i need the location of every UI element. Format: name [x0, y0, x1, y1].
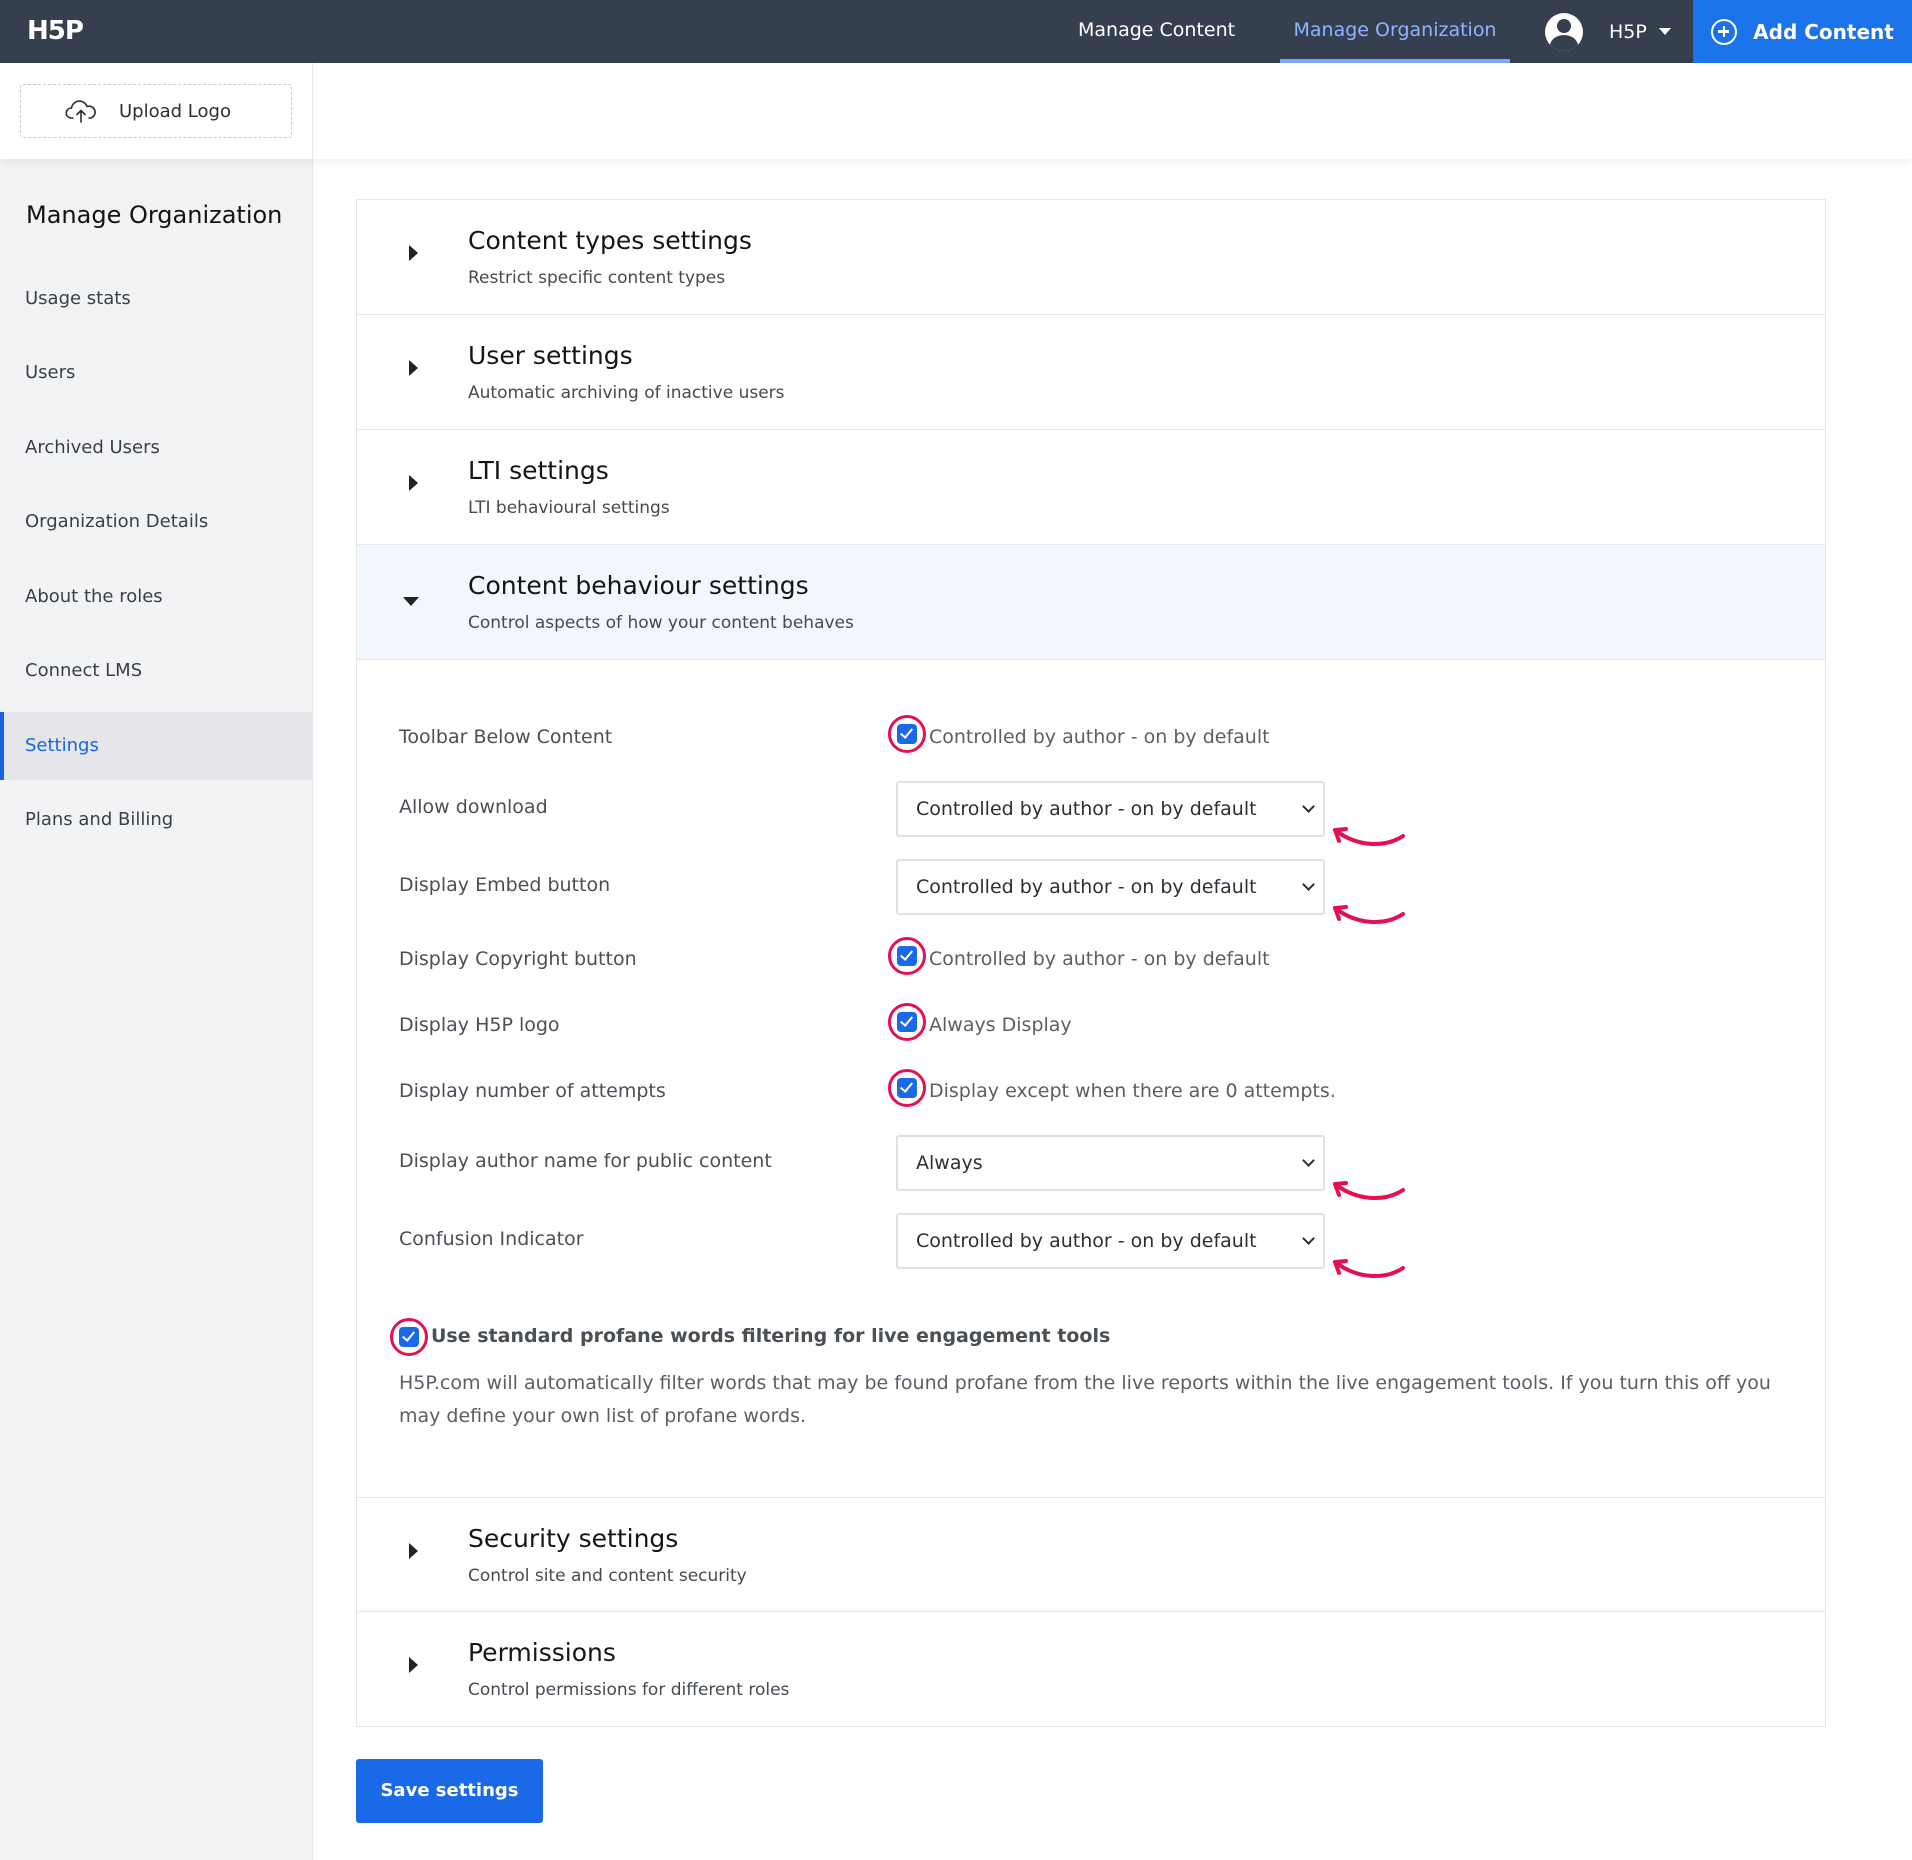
- caret-right-icon: [409, 360, 418, 376]
- display-copyright-checkbox[interactable]: [888, 937, 926, 975]
- accordion-security-settings[interactable]: Security settings Control site and conte…: [357, 1497, 1825, 1612]
- logo-strip: Upload Logo: [0, 63, 1912, 159]
- display-embed-selected: Controlled by author - on by default: [916, 876, 1257, 898]
- display-attempts-value: Display except when there are 0 attempts…: [929, 1080, 1336, 1102]
- caret-right-icon: [409, 475, 418, 491]
- confusion-indicator-label: Confusion Indicator: [399, 1228, 584, 1250]
- add-content-label: Add Content: [1753, 19, 1894, 44]
- caret-right-icon: [409, 1543, 418, 1559]
- section-title: Content behaviour settings: [468, 571, 809, 600]
- sidebar-item-usage-stats[interactable]: Usage stats: [0, 265, 313, 333]
- user-avatar-icon: [1545, 12, 1583, 51]
- logo-strip-left: Upload Logo: [0, 63, 313, 159]
- display-embed-label: Display Embed button: [399, 874, 611, 896]
- allow-download-select[interactable]: Controlled by author - on by default: [896, 781, 1325, 837]
- section-title: Security settings: [468, 1524, 679, 1553]
- display-copyright-label: Display Copyright button: [399, 948, 637, 970]
- cloud-upload-icon: [65, 100, 96, 123]
- toolbar-below-content-checkbox[interactable]: [888, 715, 926, 753]
- allow-download-label: Allow download: [399, 796, 548, 818]
- chevron-down-icon: [1302, 800, 1315, 813]
- sidebar: Manage Organization Usage stats Users Ar…: [0, 159, 313, 1860]
- caret-down-icon: [403, 597, 419, 606]
- chevron-down-icon: [1302, 878, 1315, 891]
- section-subtitle: LTI behavioural settings: [468, 498, 670, 518]
- upload-logo-button[interactable]: Upload Logo: [20, 84, 292, 138]
- nav-manage-content[interactable]: Manage Content: [1078, 0, 1235, 63]
- display-author-name-select[interactable]: Always: [896, 1135, 1325, 1191]
- section-title: LTI settings: [468, 456, 609, 485]
- display-attempts-checkbox[interactable]: [888, 1069, 926, 1107]
- section-title: Permissions: [468, 1638, 616, 1667]
- display-embed-select[interactable]: Controlled by author - on by default: [896, 859, 1325, 915]
- display-author-name-label: Display author name for public content: [399, 1150, 772, 1172]
- user-menu[interactable]: H5P: [1545, 0, 1671, 63]
- add-content-button[interactable]: Add Content: [1693, 0, 1912, 63]
- display-h5p-logo-checkbox[interactable]: [888, 1003, 926, 1041]
- upload-logo-label: Upload Logo: [119, 100, 231, 122]
- sidebar-item-archived-users[interactable]: Archived Users: [0, 414, 313, 482]
- nav-manage-organization[interactable]: Manage Organization: [1280, 0, 1510, 63]
- settings-panel: Content types settings Restrict specific…: [356, 199, 1826, 1727]
- annotation-arrow-icon: [1333, 905, 1405, 925]
- confusion-indicator-select[interactable]: Controlled by author - on by default: [896, 1213, 1325, 1269]
- sidebar-item-plans-billing[interactable]: Plans and Billing: [0, 786, 313, 854]
- chevron-down-icon: [1302, 1232, 1315, 1245]
- sidebar-item-settings[interactable]: Settings: [0, 712, 313, 780]
- profane-filter-checkbox[interactable]: [390, 1318, 428, 1356]
- allow-download-selected: Controlled by author - on by default: [916, 798, 1257, 820]
- profane-filter-label: Use standard profane words filtering for…: [431, 1325, 1111, 1347]
- section-title: Content types settings: [468, 226, 752, 255]
- display-author-name-selected: Always: [916, 1152, 983, 1174]
- profane-filter-description: H5P.com will automatically filter words …: [399, 1372, 1771, 1427]
- checkmark-icon: [897, 946, 917, 966]
- section-subtitle: Restrict specific content types: [468, 268, 726, 288]
- caret-down-icon: [1658, 28, 1671, 35]
- accordion-content-types[interactable]: Content types settings Restrict specific…: [357, 200, 1825, 315]
- top-navigation-bar: H5P Manage Content Manage Organization H…: [0, 0, 1912, 63]
- sidebar-item-users[interactable]: Users: [0, 339, 313, 407]
- caret-right-icon: [409, 1657, 418, 1673]
- display-h5p-logo-label: Display H5P logo: [399, 1014, 560, 1036]
- section-subtitle: Automatic archiving of inactive users: [468, 383, 785, 403]
- checkmark-icon: [897, 724, 917, 744]
- checkmark-icon: [399, 1327, 419, 1347]
- display-h5p-logo-value: Always Display: [929, 1014, 1072, 1036]
- section-subtitle: Control aspects of how your content beha…: [468, 613, 854, 633]
- display-attempts-label: Display number of attempts: [399, 1080, 666, 1102]
- display-copyright-value: Controlled by author - on by default: [929, 948, 1270, 970]
- accordion-lti-settings[interactable]: LTI settings LTI behavioural settings: [357, 430, 1825, 545]
- chevron-down-icon: [1302, 1154, 1315, 1167]
- sidebar-item-connect-lms[interactable]: Connect LMS: [0, 637, 313, 705]
- sidebar-item-about-roles[interactable]: About the roles: [0, 563, 313, 631]
- user-name: H5P: [1609, 20, 1647, 43]
- annotation-arrow-icon: [1333, 827, 1405, 847]
- section-subtitle: Control permissions for different roles: [468, 1680, 790, 1700]
- annotation-arrow-icon: [1333, 1181, 1405, 1201]
- plus-circle-icon: [1711, 18, 1738, 45]
- sidebar-item-organization-details[interactable]: Organization Details: [0, 488, 313, 556]
- sidebar-title: Manage Organization: [26, 201, 283, 229]
- annotation-arrow-icon: [1333, 1259, 1405, 1279]
- save-settings-button[interactable]: Save settings: [356, 1759, 543, 1823]
- confusion-indicator-selected: Controlled by author - on by default: [916, 1230, 1257, 1252]
- checkmark-icon: [897, 1078, 917, 1098]
- section-title: User settings: [468, 341, 633, 370]
- section-subtitle: Control site and content security: [468, 1566, 747, 1586]
- caret-right-icon: [409, 245, 418, 261]
- checkmark-icon: [897, 1012, 917, 1032]
- toolbar-below-content-value: Controlled by author - on by default: [929, 726, 1270, 748]
- accordion-permissions[interactable]: Permissions Control permissions for diff…: [357, 1612, 1825, 1727]
- accordion-user-settings[interactable]: User settings Automatic archiving of ina…: [357, 315, 1825, 430]
- h5p-logo[interactable]: H5P: [27, 16, 84, 47]
- toolbar-below-content-label: Toolbar Below Content: [399, 726, 613, 748]
- accordion-content-behaviour[interactable]: Content behaviour settings Control aspec…: [357, 545, 1825, 660]
